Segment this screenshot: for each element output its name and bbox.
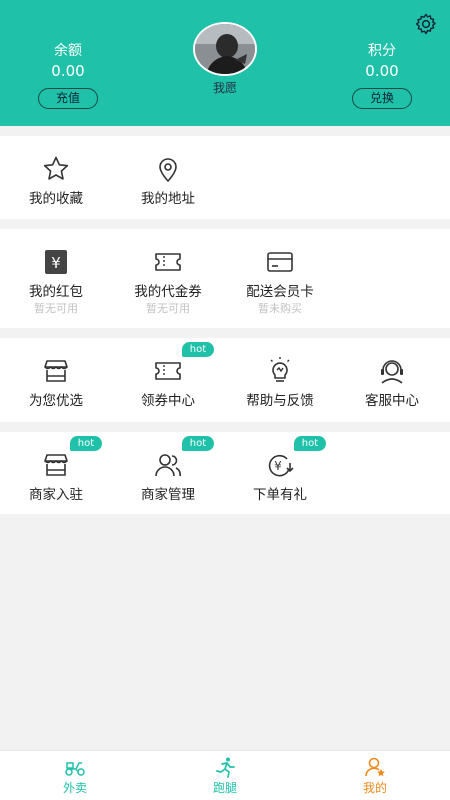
menu-item-merchant-manage[interactable]: hot 商家管理 (112, 436, 224, 504)
menu-item-favorites[interactable]: 我的收藏 (0, 154, 112, 208)
points-block: 积分 0.00 兑换 (337, 42, 427, 109)
users-icon (155, 454, 181, 477)
svg-text:¥: ¥ (51, 254, 61, 272)
menu-item-coupon-center[interactable]: hot 领券中心 (112, 342, 224, 410)
runner-icon (216, 757, 235, 778)
menu-item-label: 为您优选 (29, 393, 83, 409)
menu-item-label: 配送会员卡 (246, 284, 314, 300)
avatar[interactable] (193, 22, 257, 76)
menu-item-member-card[interactable]: 配送会员卡 暂未购买 (224, 247, 336, 316)
svg-text:¥: ¥ (274, 459, 282, 473)
menu-item-label: 领券中心 (141, 393, 195, 409)
menu-item-sub: 暂无可用 (146, 302, 190, 315)
menu-item-label: 下单有礼 (253, 487, 307, 503)
profile-header: 余额 0.00 充值 我愿 积分 0.00 兑换 (0, 0, 450, 126)
headset-icon (381, 360, 403, 384)
red-packet-icon: ¥ (45, 250, 67, 274)
tab-mine[interactable]: 我的 (300, 756, 450, 796)
hot-badge: hot (294, 436, 326, 451)
store-icon (44, 360, 68, 382)
menu-item-red-packet[interactable]: ¥ 我的红包 暂无可用 (0, 247, 112, 316)
recharge-button[interactable]: 充值 (38, 88, 98, 109)
menu-item-label: 我的代金券 (134, 284, 202, 300)
menu-item-label: 我的地址 (141, 191, 195, 207)
points-value: 0.00 (365, 62, 399, 80)
menu-item-order-gift[interactable]: hot ¥ 下单有礼 (224, 436, 336, 504)
tab-label: 跑腿 (212, 781, 237, 795)
menu-item-picks[interactable]: 为您优选 (0, 356, 112, 410)
lightbulb-icon (270, 357, 290, 382)
card-icon (267, 252, 293, 272)
menu-item-sub: 暂未购买 (258, 302, 302, 315)
hot-badge: hot (182, 436, 214, 451)
section-merchant: hot 商家入驻 hot 商家管理 hot ¥ 下单有礼 (0, 432, 450, 514)
menu-item-merchant-join[interactable]: hot 商家入驻 (0, 436, 112, 504)
store-icon (44, 454, 68, 476)
balance-value: 0.00 (51, 62, 85, 80)
location-pin-icon (159, 158, 177, 183)
bottom-tab-bar: 外卖 跑腿 我的 (0, 750, 450, 800)
tab-label: 外卖 (62, 781, 87, 795)
menu-item-voucher[interactable]: 我的代金券 暂无可用 (112, 247, 224, 316)
menu-item-label: 我的收藏 (29, 191, 83, 207)
nickname[interactable]: 我愿 (175, 79, 275, 96)
balance-block: 余额 0.00 充值 (23, 42, 113, 109)
avatar-image (195, 24, 255, 74)
section-wallet: ¥ 我的红包 暂无可用 我的代金券 暂无可用 配送会员卡 暂未购买 (0, 229, 450, 328)
menu-item-label: 我的红包 (29, 284, 83, 300)
hot-badge: hot (70, 436, 102, 451)
scooter-icon (65, 762, 85, 776)
menu-item-label: 商家入驻 (29, 487, 83, 503)
section-services: 为您优选 hot 领券中心 帮助与反馈 客服中心 (0, 338, 450, 422)
menu-item-customer-service[interactable]: 客服中心 (336, 356, 448, 410)
tab-errand[interactable]: 跑腿 (150, 756, 300, 796)
menu-item-label: 客服中心 (365, 393, 419, 409)
hot-badge: hot (182, 342, 214, 357)
ticket-icon (155, 362, 181, 380)
points-label: 积分 (368, 43, 396, 59)
menu-item-label: 帮助与反馈 (246, 393, 314, 409)
tab-label: 我的 (362, 781, 387, 795)
exchange-button[interactable]: 兑换 (352, 88, 412, 109)
voucher-icon (155, 253, 181, 271)
gear-icon[interactable] (414, 12, 438, 36)
balance-label: 余额 (54, 43, 82, 59)
menu-item-help[interactable]: 帮助与反馈 (224, 356, 336, 410)
menu-item-sub: 暂无可用 (34, 302, 78, 315)
menu-item-label: 商家管理 (141, 487, 195, 503)
yuan-coin-icon: ¥ (268, 454, 294, 477)
profile-icon (365, 757, 385, 777)
star-icon (43, 156, 69, 180)
section-favorites: 我的收藏 我的地址 (0, 136, 450, 219)
menu-item-address[interactable]: 我的地址 (112, 154, 224, 208)
tab-takeout[interactable]: 外卖 (0, 756, 150, 796)
